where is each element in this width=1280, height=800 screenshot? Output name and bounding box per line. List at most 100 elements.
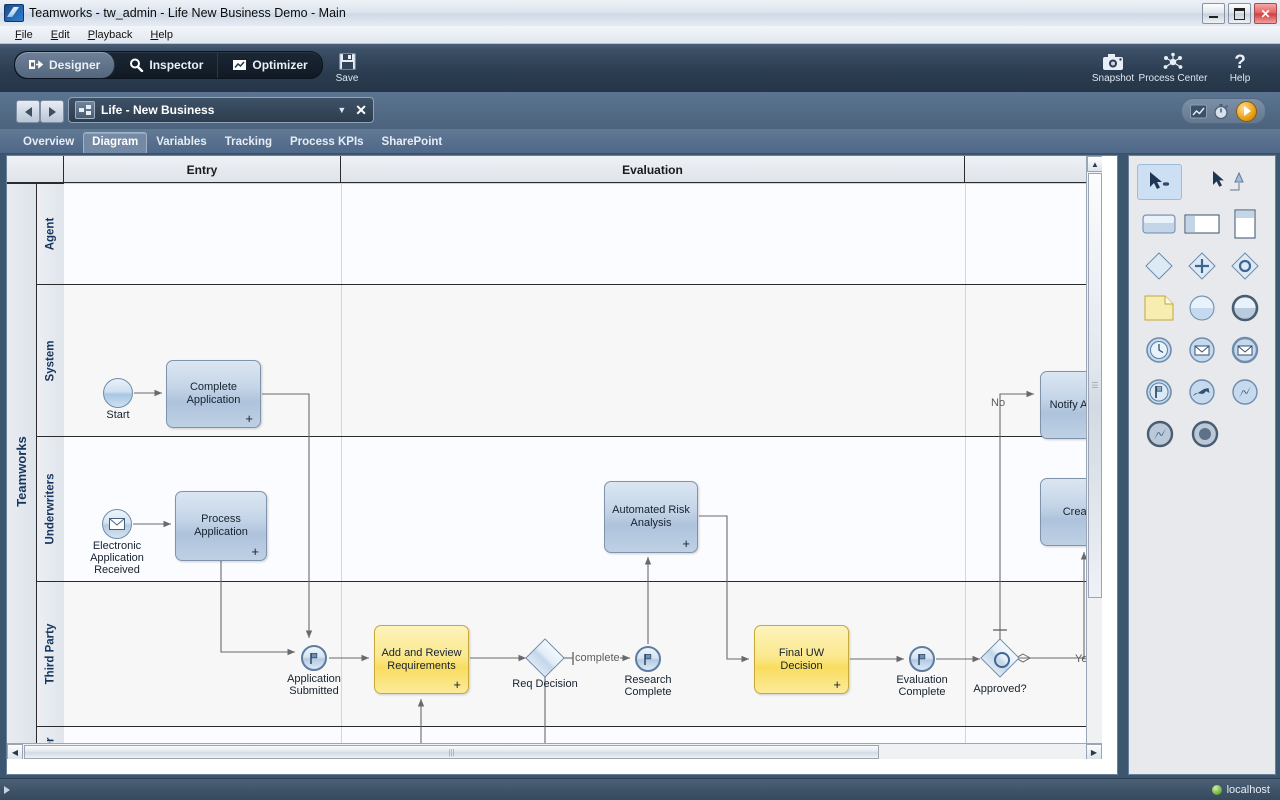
pointer-connect-tool[interactable] — [1204, 164, 1249, 200]
event-electronic-application-received[interactable] — [102, 509, 132, 539]
window-title: Teamworks - tw_admin - Life New Business… — [29, 6, 346, 20]
mode-inspector[interactable]: Inspector — [115, 52, 219, 78]
vertical-scroll-thumb[interactable]: ☰ — [1088, 173, 1102, 598]
mode-inspector-label: Inspector — [149, 58, 204, 72]
task-complete-application[interactable]: Complete Application + — [166, 360, 261, 428]
back-button[interactable] — [16, 100, 40, 123]
end-event-shape[interactable] — [1224, 290, 1267, 326]
subprocess-shape[interactable] — [1180, 206, 1223, 242]
lane-label-system: System — [44, 340, 57, 381]
error-end-event-shape[interactable] — [1137, 416, 1182, 452]
event-start[interactable] — [103, 378, 133, 408]
server-status: localhost — [1211, 783, 1270, 796]
lane-header-underwriters[interactable]: Underwriters — [37, 436, 64, 581]
lane-header-agent[interactable]: Agent — [37, 183, 64, 284]
question-mark-icon: ? — [1218, 49, 1262, 71]
help-label: Help — [1229, 73, 1251, 84]
tab-sharepoint[interactable]: SharePoint — [373, 132, 452, 153]
task-shape[interactable] — [1137, 206, 1180, 242]
task-automated-risk-analysis[interactable]: Automated Risk Analysis + — [604, 481, 698, 553]
mode-designer[interactable]: Designer — [15, 52, 116, 78]
diagram-canvas[interactable]: Entry Evaluation Teamworks Agent System … — [7, 156, 1102, 759]
forward-arrow-icon — [48, 106, 56, 117]
event-evaluation-complete[interactable] — [909, 646, 935, 672]
phase-third[interactable] — [965, 156, 1102, 183]
mode-optimizer[interactable]: Optimizer — [218, 52, 321, 78]
inclusive-gateway-circle-icon — [994, 652, 1010, 668]
menu-help[interactable]: Help — [141, 28, 182, 42]
canvas-horizontal-scrollbar[interactable]: ◀ ||| ▶ — [7, 743, 1102, 759]
tab-overview[interactable]: Overview — [14, 132, 83, 153]
message-end-event-shape[interactable] — [1224, 332, 1267, 368]
lane-separator-4 — [37, 726, 1102, 727]
link-event-shape[interactable] — [1180, 374, 1223, 410]
note-shape[interactable] — [1137, 290, 1180, 326]
menu-edit[interactable]: Edit — [42, 28, 79, 42]
scroll-right-button[interactable]: ▶ — [1086, 744, 1102, 759]
lane-label-underwriters: Underwriters — [44, 473, 57, 545]
task-add-and-review-requirements[interactable]: Add and Review Requirements + — [374, 625, 469, 694]
scroll-up-button[interactable]: ▲ — [1087, 156, 1102, 172]
forward-button[interactable] — [40, 100, 64, 123]
pointer-move-tool[interactable] — [1137, 164, 1182, 200]
lane-header-system[interactable]: System — [37, 284, 64, 436]
menu-playback[interactable]: Playback — [79, 28, 142, 42]
lane-body-agent — [64, 183, 1102, 284]
tab-variables[interactable]: Variables — [147, 132, 216, 153]
run-play-button[interactable] — [1236, 100, 1257, 122]
close-button[interactable]: ✕ — [1254, 3, 1277, 24]
diagram-tab-strip: Overview Diagram Variables Tracking Proc… — [0, 129, 1280, 154]
lane-header-third-party[interactable]: Third Party — [37, 581, 64, 726]
pool-name-label: Teamworks — [14, 436, 30, 507]
gateway-inclusive-shape[interactable] — [1224, 248, 1267, 284]
process-icon — [75, 101, 95, 119]
save-button[interactable]: Save — [313, 49, 381, 84]
swimlane-shape[interactable] — [1224, 206, 1267, 242]
flow-label-no: No — [991, 397, 1006, 409]
scroll-grip: ||| — [448, 747, 455, 757]
scroll-left-button[interactable]: ◀ — [7, 744, 23, 759]
trend-icon[interactable] — [1190, 103, 1207, 120]
pool-name-teamworks[interactable]: Teamworks — [7, 183, 37, 759]
canvas-vertical-scrollbar[interactable]: ▲ ☰ ▼ — [1086, 156, 1102, 759]
tab-diagram[interactable]: Diagram — [83, 132, 148, 153]
event-research-complete[interactable] — [635, 646, 661, 672]
maximize-button[interactable] — [1228, 3, 1251, 24]
floppy-disk-icon — [313, 49, 381, 71]
intermediate-event-shape[interactable] — [1137, 374, 1180, 410]
terminate-event-shape[interactable] — [1182, 416, 1227, 452]
mode-optimizer-label: Optimizer — [252, 58, 308, 72]
process-bar: Life - New Business ▼ ✕ — [0, 92, 1280, 130]
task-add-and-review-requirements-label: Add and Review Requirements — [381, 646, 462, 672]
timer-event-shape[interactable] — [1137, 332, 1180, 368]
task-process-application[interactable]: Process Application + — [175, 491, 267, 561]
status-indicator-dot — [1211, 784, 1222, 795]
start-event-shape[interactable] — [1180, 290, 1223, 326]
application-window: Teamworks - tw_admin - Life New Business… — [0, 0, 1280, 800]
phase-evaluation[interactable]: Evaluation — [341, 156, 965, 183]
minimize-button[interactable] — [1202, 3, 1225, 24]
error-event-shape[interactable] — [1224, 374, 1267, 410]
process-tab[interactable]: Life - New Business ▼ ✕ — [68, 97, 374, 123]
phase-entry[interactable]: Entry — [64, 156, 341, 183]
help-button[interactable]: ? Help — [1218, 49, 1262, 84]
task-final-uw-decision[interactable]: Final UW Decision + — [754, 625, 849, 694]
horizontal-scroll-thumb[interactable]: ||| — [24, 745, 879, 759]
server-name-label: localhost — [1226, 783, 1270, 796]
message-event-shape[interactable] — [1180, 332, 1223, 368]
subprocess-plus-icon: + — [245, 411, 253, 426]
stopwatch-icon[interactable] — [1213, 103, 1230, 120]
envelope-icon — [109, 518, 125, 530]
expand-arrow-icon[interactable] — [4, 785, 10, 794]
close-tab-icon[interactable]: ✕ — [355, 103, 367, 117]
process-center-label: Process Center — [1138, 73, 1208, 84]
chevron-down-icon[interactable]: ▼ — [337, 105, 346, 115]
gateway-exclusive-shape[interactable] — [1137, 248, 1180, 284]
process-center-button[interactable]: Process Center — [1128, 49, 1218, 84]
lane-label-agent: Agent — [44, 217, 57, 251]
tab-tracking[interactable]: Tracking — [216, 132, 281, 153]
tab-process-kpis[interactable]: Process KPIs — [281, 132, 373, 153]
gateway-parallel-shape[interactable] — [1180, 248, 1223, 284]
event-application-submitted[interactable] — [301, 645, 327, 671]
menu-file[interactable]: FFileile — [6, 28, 42, 42]
